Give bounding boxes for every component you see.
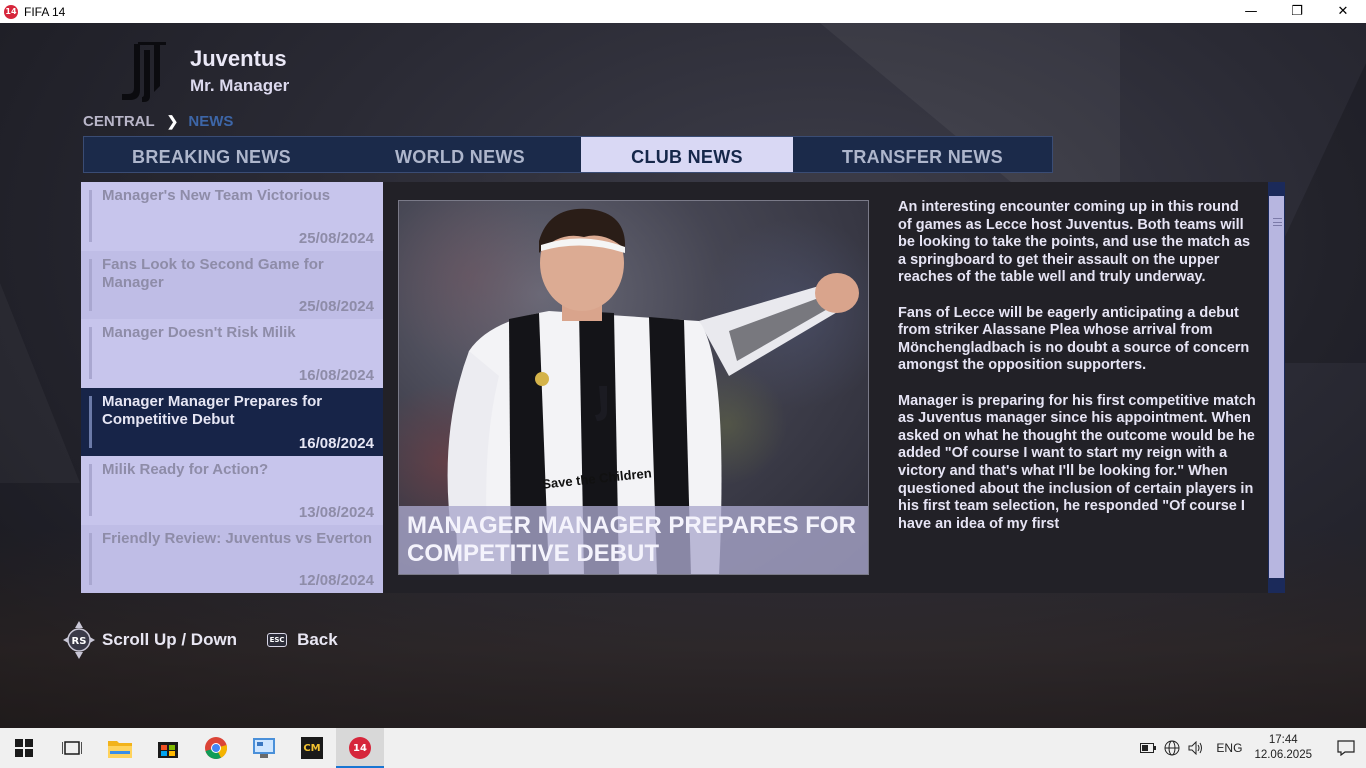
windows-taskbar: CM 14 ENG 17:44 12.06.2025 [0, 728, 1366, 768]
news-list-item-selected[interactable]: Manager Manager Prepares for Competitive… [81, 387, 383, 456]
list-item-marker [89, 395, 92, 448]
clock-date: 12.06.2025 [1254, 749, 1312, 761]
folder-icon [108, 741, 132, 758]
taskbar-cm-app[interactable]: CM [288, 728, 336, 768]
control-panel-icon [253, 738, 275, 758]
list-item-marker [89, 532, 92, 585]
news-headline: Manager Doesn't Risk Milik [102, 324, 296, 341]
start-button[interactable] [0, 728, 48, 768]
news-list-item[interactable]: Manager Doesn't Risk Milik 16/08/2024 [81, 319, 383, 388]
news-headline: Manager's New Team Victorious [102, 187, 331, 204]
clock-time: 17:44 [1268, 734, 1298, 746]
manager-name: Mr. Manager [190, 76, 290, 95]
article-photo: Save the Children MANAGER MANAGER PREPAR… [398, 200, 869, 575]
news-date: 13/08/2024 [298, 503, 374, 521]
notification-center-button[interactable] [1326, 728, 1366, 768]
club-name: Juventus [190, 46, 287, 71]
fifa-app-icon: 14 [4, 4, 18, 19]
news-date: 25/08/2024 [298, 298, 374, 315]
news-list-item[interactable]: Manager's New Team Victorious 25/08/2024 [81, 182, 383, 251]
news-headline: Friendly Review: Juventus vs Everton [102, 529, 373, 547]
article-photo-caption: MANAGER MANAGER PREPARES FOR COMPETITIVE… [399, 506, 868, 574]
list-item-marker [89, 464, 92, 516]
esc-key-icon: ESC [267, 633, 288, 647]
task-view-button[interactable] [48, 728, 96, 768]
window-title-bar: 14 FIFA 14 — ❐ ✕ [0, 0, 1366, 23]
right-stick-icon: RS [63, 621, 95, 659]
taskbar-clock[interactable]: 17:44 12.06.2025 [1254, 733, 1312, 763]
battery-icon[interactable] [1136, 728, 1160, 768]
taskbar-control-panel[interactable] [240, 728, 288, 768]
cm-app-icon: CM [301, 737, 323, 759]
breadcrumb: CENTRAL ❯ NEWS [83, 113, 233, 130]
tab-world-news[interactable]: WORLD NEWS [339, 137, 581, 172]
news-list-item[interactable]: Milik Ready for Action? 13/08/2024 [81, 456, 383, 525]
windows-logo-icon [15, 739, 33, 757]
juventus-crest-icon [122, 42, 166, 102]
tab-breaking-news[interactable]: BREAKING NEWS [84, 137, 339, 172]
control-hints: RS Scroll Up / Down ESC Back [62, 620, 338, 660]
list-item-marker [89, 258, 92, 311]
article-body: An interesting encounter coming up in th… [898, 199, 1256, 568]
store-icon [158, 742, 178, 758]
fifa-taskbar-icon: 14 [349, 737, 371, 759]
article-paragraph: Fans of Lecce will be eagerly anticipati… [898, 304, 1250, 374]
scrollbar-grip-icon [1273, 218, 1282, 226]
notification-icon [1337, 740, 1355, 756]
list-item-marker [89, 327, 92, 379]
news-date: 16/08/2024 [298, 435, 374, 452]
article-scrollbar[interactable] [1268, 182, 1285, 593]
news-date: 25/08/2024 [298, 229, 374, 247]
task-view-icon [62, 741, 82, 755]
news-date: 12/08/2024 [298, 572, 374, 589]
chrome-icon [205, 737, 228, 759]
network-globe-icon[interactable] [1160, 728, 1184, 768]
scrollbar-thumb[interactable] [1269, 196, 1284, 578]
breadcrumb-central[interactable]: CENTRAL [83, 113, 155, 130]
news-headline: Manager Manager Prepares for Competitive… [102, 392, 323, 428]
news-list-item[interactable]: Fans Look to Second Game for Manager 25/… [81, 250, 383, 319]
right-stick-label: RS [72, 636, 87, 647]
back-button[interactable]: Back [297, 630, 338, 650]
close-button[interactable]: ✕ [1320, 0, 1366, 23]
breadcrumb-separator-icon: ❯ [166, 113, 179, 129]
taskbar-file-explorer[interactable] [96, 728, 144, 768]
volume-icon[interactable] [1184, 728, 1208, 768]
window-title: FIFA 14 [24, 4, 66, 19]
news-headline: Fans Look to Second Game for Manager [102, 255, 324, 291]
news-list: Manager's New Team Victorious 25/08/2024… [81, 182, 383, 593]
taskbar-fifa[interactable]: 14 [336, 728, 384, 768]
news-date: 16/08/2024 [298, 366, 374, 384]
tab-club-news[interactable]: CLUB NEWS [581, 137, 793, 172]
breadcrumb-news: NEWS [188, 113, 234, 130]
tab-transfer-news[interactable]: TRANSFER NEWS [793, 137, 1052, 172]
window-controls: — ❐ ✕ [1228, 0, 1366, 23]
article-paragraph: An interesting encounter coming up in th… [898, 199, 1251, 286]
list-item-marker [89, 190, 92, 242]
article-paragraph: Manager is preparing for his first compe… [898, 392, 1256, 532]
news-headline: Milik Ready for Action? [102, 461, 269, 478]
system-tray: ENG 17:44 12.06.2025 [1136, 728, 1366, 768]
input-language[interactable]: ENG [1216, 741, 1242, 755]
taskbar-store[interactable] [144, 728, 192, 768]
minimize-button[interactable]: — [1228, 0, 1274, 23]
background-facet [0, 283, 80, 483]
news-list-item[interactable]: Friendly Review: Juventus vs Everton 12/… [81, 524, 383, 593]
news-tabs: BREAKING NEWS WORLD NEWS CLUB NEWS TRANS… [83, 136, 1053, 173]
restore-button[interactable]: ❐ [1274, 0, 1320, 23]
scroll-hint-label: Scroll Up / Down [102, 630, 238, 649]
taskbar-chrome[interactable] [192, 728, 240, 768]
